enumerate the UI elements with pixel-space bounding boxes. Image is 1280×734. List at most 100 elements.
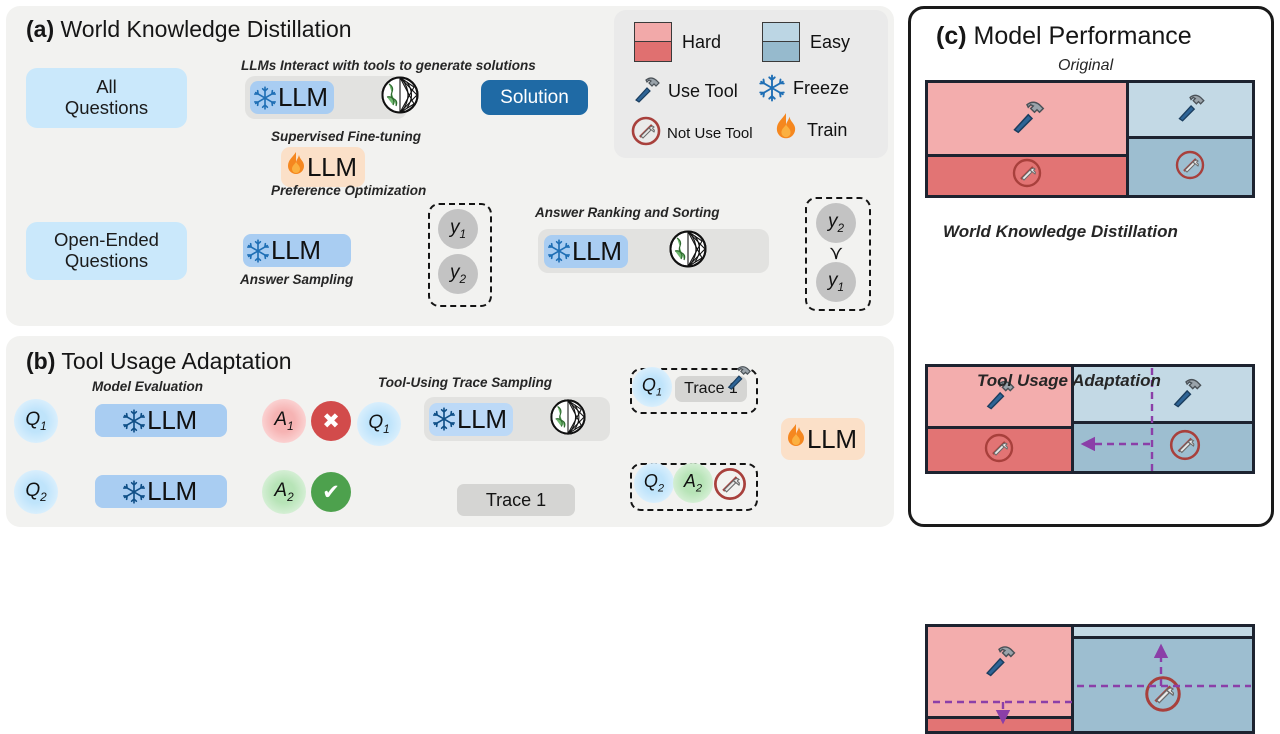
trace-pair-q1-blob: Q1: [632, 367, 672, 407]
question-q2-blob: Q2: [14, 470, 58, 514]
llm-label-sampling: LLM: [271, 235, 321, 265]
frozen-llm-chip-eval-1: LLM: [95, 404, 227, 437]
solution-box: Solution: [481, 80, 588, 115]
trace-sampling-block: LLM: [424, 397, 610, 441]
globe-icon: [549, 398, 587, 441]
llm-label-train-b: LLM: [807, 423, 857, 454]
panel-a-title: (a) World Knowledge Distillation: [26, 16, 352, 43]
hammer-icon: [723, 362, 753, 397]
legend-item-not-use-tool: Not Use Tool: [630, 115, 753, 152]
neg-pair-a2-blob: A2: [673, 463, 713, 503]
legend-label-freeze: Freeze: [793, 77, 850, 98]
neg-pair-q2-blob: Q2: [634, 463, 674, 503]
fire-icon: [773, 112, 799, 149]
legend-label-train: Train: [807, 120, 848, 140]
snowflake-icon: [252, 85, 278, 111]
panel-b-title: (b) Tool Usage Adaptation: [26, 348, 292, 375]
fire-icon: [285, 151, 307, 184]
panel-b-title-text: Tool Usage Adaptation: [61, 348, 292, 374]
llm-label-trace: LLM: [457, 403, 507, 434]
hammer-icon: [1173, 90, 1207, 129]
snowflake-icon: [431, 406, 457, 432]
answer-a2-blob: A2: [262, 470, 306, 514]
chart-3-annotations: [933, 643, 1251, 725]
llm-label-tools: LLM: [278, 82, 328, 112]
chart-1-hard-use-tool: [928, 83, 1126, 157]
verdict-fail-glyph: ✖: [322, 409, 340, 433]
answer-y1-circle: y1: [438, 209, 478, 249]
chart-1-easy-not-use-tool: [1128, 139, 1252, 195]
snowflake-icon: [121, 479, 147, 505]
chart-2-subtitle: World Knowledge Distillation: [943, 222, 1178, 241]
chart-tool-usage-adaptation: [925, 624, 1255, 734]
chart-3-subtitle: Tool Usage Adaptation: [977, 371, 1161, 390]
no-tool-icon: [1174, 149, 1206, 186]
legend-item-easy: Easy: [762, 22, 850, 62]
all-questions-line2: Questions: [64, 97, 149, 118]
panel-b-label: (b): [26, 348, 56, 374]
chart-1-easy-use-tool: [1128, 83, 1252, 139]
panel-a-title-text: World Knowledge Distillation: [60, 16, 352, 42]
no-tool-icon: [712, 466, 748, 507]
no-tool-icon: [630, 115, 662, 152]
answer-a1-blob: A1: [262, 399, 306, 443]
legend-label-hard: Hard: [682, 31, 722, 52]
caption-model-evaluation: Model Evaluation: [92, 379, 204, 394]
verdict-fail-icon: ✖: [311, 401, 351, 441]
legend-item-hard: Hard: [634, 22, 721, 62]
frozen-llm-chip-trace: LLM: [429, 402, 513, 436]
neg-pair-a2-label: A2: [683, 471, 703, 495]
q2-label-eval: Q2: [25, 480, 47, 504]
legend-label-use-tool: Use Tool: [668, 81, 738, 101]
legend-item-train: Train: [773, 112, 847, 149]
open-ended-questions-box: Open-Ended Questions: [26, 222, 187, 280]
no-tool-icon: [1011, 157, 1043, 194]
globe-icon: [380, 75, 420, 120]
caption-answer-sampling: Answer Sampling: [240, 272, 354, 287]
legend-label-not-use-tool: Not Use Tool: [667, 125, 753, 142]
snowflake-icon: [757, 73, 787, 103]
llm-label-eval-1: LLM: [147, 405, 197, 435]
all-questions-box: All Questions: [26, 68, 187, 128]
caption-sft: Supervised Fine-tuning: [271, 129, 422, 144]
legend-label-easy: Easy: [810, 31, 851, 52]
chart-original: [925, 80, 1255, 198]
legend-item-freeze: Freeze: [757, 73, 849, 103]
trainable-llm-chip-a: LLM: [281, 147, 365, 187]
caption-trace-sampling: Tool-Using Trace Sampling: [378, 375, 553, 390]
hammer-icon: [630, 73, 662, 110]
easy-swatch: [762, 22, 800, 62]
question-q1-blob: Q1: [14, 399, 58, 443]
a2-label: A2: [274, 480, 294, 504]
caption-preference-optimization: Preference Optimization: [271, 183, 427, 198]
frozen-llm-chip-ranking: LLM: [544, 234, 628, 268]
snowflake-icon: [546, 238, 572, 264]
llm-label-sft: LLM: [307, 151, 357, 182]
trace-output-box: Trace 1: [457, 484, 575, 516]
ranked-y2-label: y2: [827, 211, 845, 235]
chart-1-hard-not-use-tool: [928, 156, 1126, 195]
all-questions-line1: All: [96, 76, 117, 98]
frozen-llm-chip: LLM: [250, 81, 334, 114]
answer-y2-circle: y2: [438, 254, 478, 294]
trace-pair-q1-label: Q1: [641, 375, 663, 399]
ranked-y1-label: y1: [827, 270, 845, 294]
neg-pair-q2-label: Q2: [643, 471, 665, 495]
llm-label-ranking: LLM: [572, 235, 622, 266]
hard-swatch: [634, 22, 672, 62]
snowflake-icon: [121, 408, 147, 434]
chart-1-subtitle: Original: [1058, 57, 1114, 74]
ranked-y1-circle: y1: [816, 262, 856, 302]
panel-a-label: (a): [26, 16, 55, 42]
open-ended-line1: Open-Ended: [54, 229, 159, 251]
llm-label-eval-2: LLM: [147, 476, 197, 506]
answer-y2-label: y2: [449, 262, 467, 286]
snowflake-icon: [245, 238, 271, 264]
ranking-block: LLM: [538, 229, 769, 273]
panel-c-title-text: Model Performance: [973, 22, 1192, 50]
trainable-llm-chip-b: LLM: [781, 418, 865, 460]
question-q1-blob-trace: Q1: [357, 402, 401, 446]
verdict-pass-glyph: ✔: [322, 480, 340, 504]
open-ended-line2: Questions: [64, 250, 149, 271]
caption-answer-ranking: Answer Ranking and Sorting: [535, 205, 720, 220]
